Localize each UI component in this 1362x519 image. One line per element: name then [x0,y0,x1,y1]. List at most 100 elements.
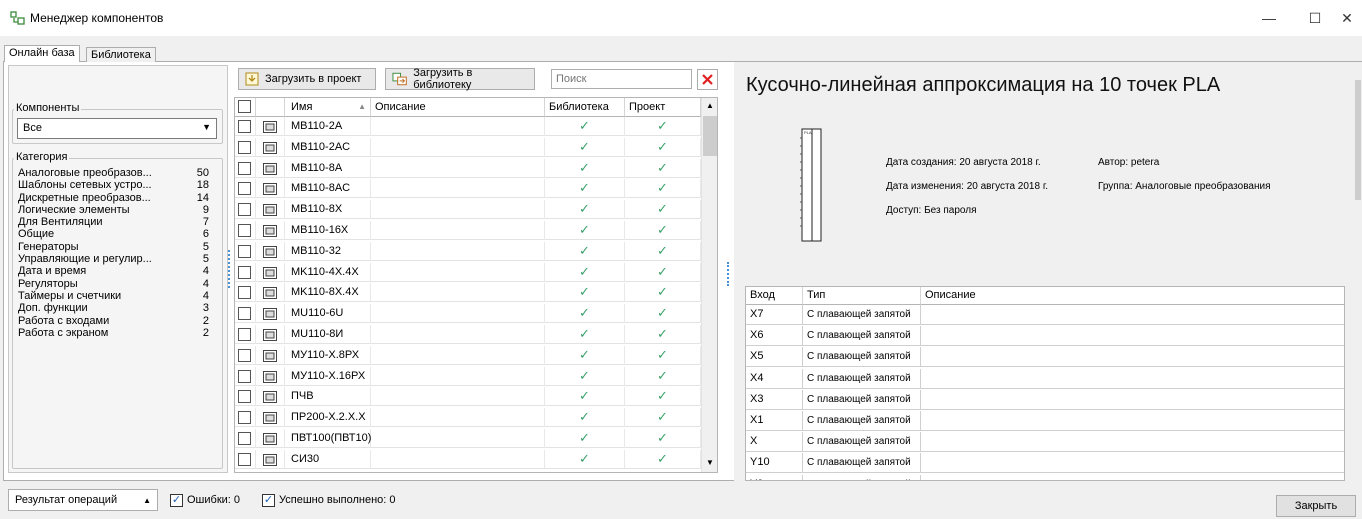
row-checkbox[interactable] [238,161,251,175]
category-item[interactable]: Регуляторы 4 [18,278,214,290]
scroll-thumb[interactable] [703,116,717,156]
row-select-cell[interactable] [235,366,256,386]
category-item[interactable]: Управляющие и регулир... 5 [18,253,214,265]
input-row[interactable]: X5 С плавающей запятой [746,347,1344,368]
library-column-header[interactable]: Библиотека [545,98,625,117]
table-row[interactable]: MB110-32 ✓ ✓ [235,241,701,261]
close-button[interactable]: Закрыть [1276,495,1356,517]
table-row[interactable]: MB110-8AC ✓ ✓ [235,179,701,199]
tab-library[interactable]: Библиотека [86,47,156,62]
row-select-cell[interactable] [235,345,256,365]
row-select-cell[interactable] [235,408,256,428]
row-select-cell[interactable] [235,221,256,240]
table-row[interactable]: MK110-4X.4X ✓ ✓ [235,262,701,282]
load-to-library-button[interactable]: Загрузить в библиотеку [385,67,535,91]
splitter-handle-right[interactable] [727,262,729,286]
row-checkbox[interactable] [238,224,251,237]
project-column-header[interactable]: Проект [625,98,701,117]
row-checkbox[interactable] [238,411,251,425]
row-checkbox[interactable] [238,182,251,196]
scroll-up-icon[interactable]: ▲ [706,101,714,110]
errors-checkbox[interactable]: ✓ [170,494,183,507]
row-checkbox[interactable] [238,452,251,466]
table-row[interactable]: MB110-2A ✓ ✓ [235,117,701,136]
row-select-cell[interactable] [235,262,256,282]
minimize-button[interactable]: — [1246,0,1292,36]
table-row[interactable]: ПР200-Х.2.Х.Х ✓ ✓ [235,408,701,428]
category-item[interactable]: Доп. функции 3 [18,302,214,314]
table-row[interactable]: MU110-6U ✓ ✓ [235,304,701,324]
row-checkbox[interactable] [238,390,251,404]
table-row[interactable]: СИ30 ✓ ✓ [235,449,701,469]
input-row[interactable]: X4 С плавающей запятой [746,368,1344,389]
table-row[interactable]: MB110-16X ✓ ✓ [235,221,701,240]
table-row[interactable]: MU110-8И ✓ ✓ [235,325,701,344]
category-item[interactable]: Генераторы 5 [18,241,214,253]
operation-results-dropdown[interactable]: Результат операций ▲ [8,489,158,511]
row-checkbox[interactable] [238,203,251,217]
input-row[interactable]: Y10 С плавающей запятой [746,453,1344,474]
row-checkbox[interactable] [238,140,251,154]
row-checkbox[interactable] [238,348,251,362]
input-row[interactable]: Y9С плавающей запятой [746,474,1344,480]
row-select-cell[interactable] [235,117,256,136]
row-checkbox[interactable] [238,244,251,258]
input-row[interactable]: X1 С плавающей запятой [746,411,1344,431]
row-checkbox[interactable] [238,265,251,279]
row-select-cell[interactable] [235,137,256,157]
category-item[interactable]: Общие 6 [18,228,214,240]
input-column-header[interactable]: Вход [746,287,803,305]
table-row[interactable]: MK110-8X.4X ✓ ✓ [235,283,701,303]
table-row[interactable]: ПВТ100(ПВТ10) ✓ ✓ [235,429,701,448]
load-to-project-button[interactable]: Загрузить в проект [238,68,376,90]
input-row[interactable]: XС плавающей запятой [746,432,1344,453]
category-item[interactable]: Шаблоны сетевых устро... 18 [18,179,214,191]
row-checkbox[interactable] [238,328,251,341]
splitter-handle[interactable] [228,250,230,288]
category-item[interactable]: Для Вентиляции 7 [18,216,214,228]
search-input[interactable] [551,69,692,89]
row-select-cell[interactable] [235,429,256,448]
row-checkbox[interactable] [238,307,251,321]
table-scrollbar[interactable]: ▲ ▼ [701,98,717,472]
row-select-cell[interactable] [235,304,256,324]
input-description-column-header[interactable]: Описание [921,287,1344,305]
detail-scroll-thumb[interactable] [1355,80,1361,200]
row-select-cell[interactable] [235,387,256,407]
name-column-header[interactable]: Имя ▲ [285,98,371,117]
description-column-header[interactable]: Описание [371,98,545,117]
row-select-cell[interactable] [235,283,256,303]
table-row[interactable]: MB110-2AC ✓ ✓ [235,137,701,157]
table-row[interactable]: ПЧВ ✓ ✓ [235,387,701,407]
table-row[interactable]: MB110-8X ✓ ✓ [235,200,701,220]
table-row[interactable]: МУ110-Х.16РХ ✓ ✓ [235,366,701,386]
success-checkbox[interactable]: ✓ [262,494,275,507]
category-item[interactable]: Работа с входами 2 [18,315,214,327]
category-item[interactable]: Дата и время 4 [18,265,214,277]
category-item[interactable]: Логические элементы 9 [18,204,214,216]
category-item[interactable]: Дискретные преобразов... 14 [18,192,214,204]
row-select-cell[interactable] [235,241,256,261]
row-checkbox[interactable] [238,120,251,133]
row-select-cell[interactable] [235,179,256,199]
category-item[interactable]: Таймеры и счетчики 4 [18,290,214,302]
scroll-down-icon[interactable]: ▼ [706,458,714,467]
select-all-header[interactable] [235,98,256,117]
table-row[interactable]: МУ110-Х.8РХ ✓ ✓ [235,345,701,365]
row-checkbox[interactable] [238,432,251,445]
row-select-cell[interactable] [235,200,256,220]
detail-scrollbar[interactable] [1354,62,1362,482]
row-select-cell[interactable] [235,158,256,178]
category-item[interactable]: Аналоговые преобразов... 50 [18,167,214,179]
close-window-button[interactable]: ✕ [1332,0,1362,36]
table-row[interactable]: MB110-8A ✓ ✓ [235,158,701,178]
tab-online-base[interactable]: Онлайн база [4,45,80,62]
type-column-header[interactable]: Тип [803,287,921,305]
row-checkbox[interactable] [238,286,251,300]
input-row[interactable]: X6 С плавающей запятой [746,326,1344,347]
row-select-cell[interactable] [235,449,256,469]
category-item[interactable]: Работа с экраном 2 [18,327,214,339]
components-select[interactable]: Все ▼ [17,118,217,139]
input-row[interactable]: X7 С плавающей запятой [746,305,1344,325]
row-select-cell[interactable] [235,325,256,344]
